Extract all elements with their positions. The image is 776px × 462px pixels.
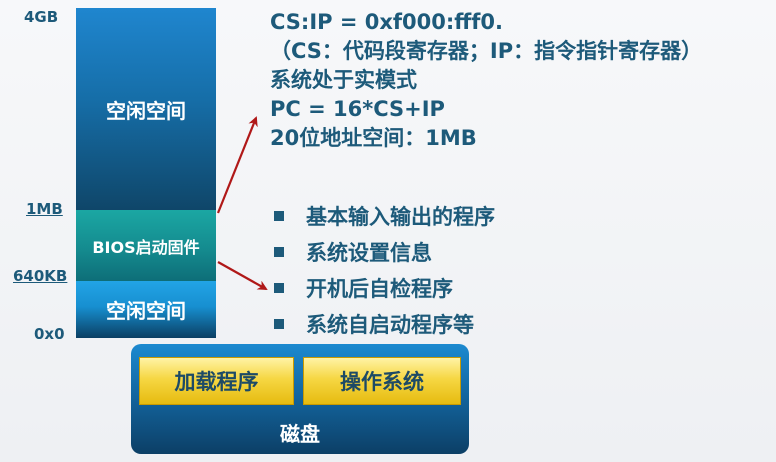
arrow-to-bios-contents bbox=[217, 261, 268, 290]
connector-arrows bbox=[216, 116, 268, 290]
arrow-to-cpu-state bbox=[216, 116, 258, 214]
